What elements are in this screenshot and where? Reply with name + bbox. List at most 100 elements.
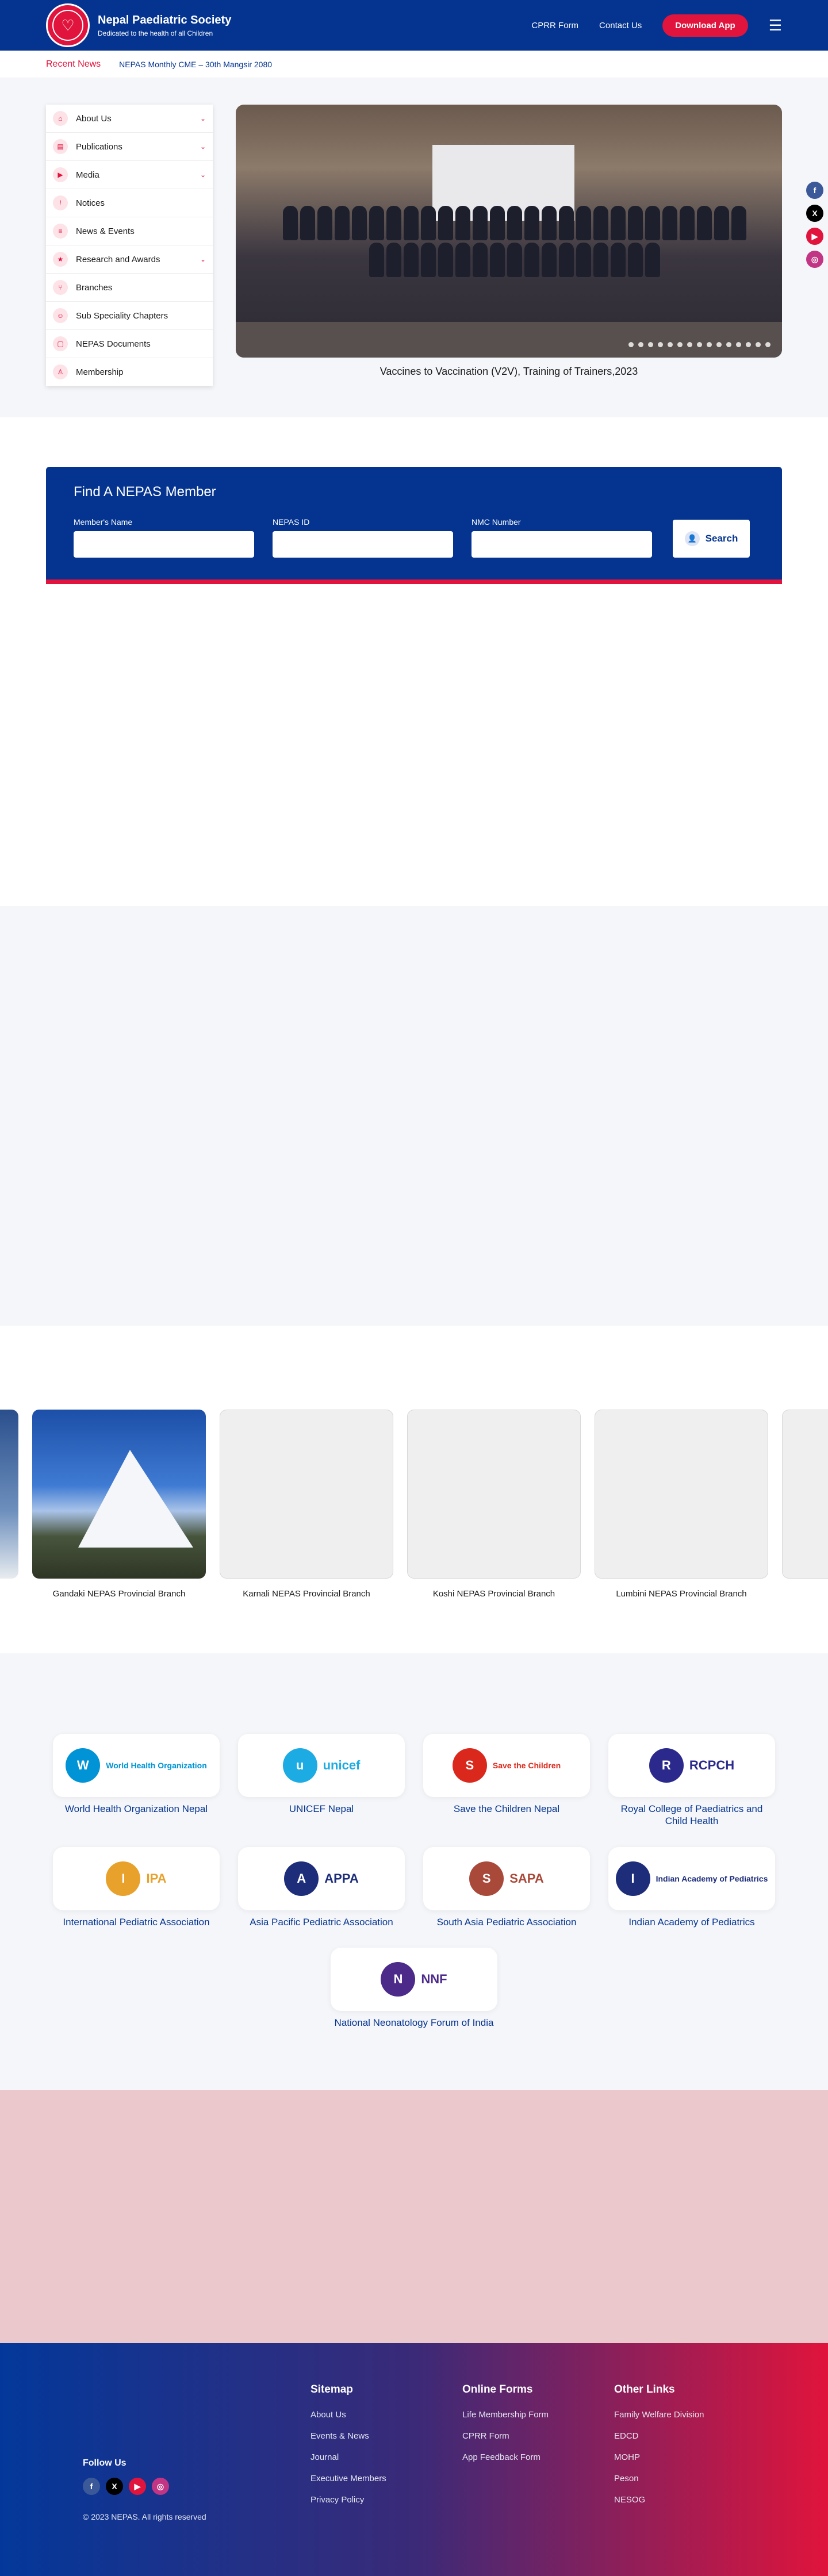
slider-dot[interactable] [658, 342, 663, 347]
recent-news-bar: Recent News NEPAS Monthly CME – 30th Man… [0, 51, 828, 78]
footer-link-family-welfare-division[interactable]: Family Welfare Division [614, 2410, 706, 2420]
partner-logo[interactable]: u unicef [238, 1734, 405, 1797]
footer-link-mohp[interactable]: MOHP [614, 2452, 706, 2462]
branch-card[interactable]: anch [0, 1410, 18, 1599]
partner-card[interactable]: N NNF National Neonatology Forum of India [331, 1947, 497, 2029]
sidebar-item-about-us[interactable]: ⌂ About Us ⌄ [46, 105, 213, 133]
footer-link-peson[interactable]: Peson [614, 2474, 706, 2483]
branch-card[interactable]: Karnali NEPAS Provincial Branch [220, 1410, 393, 1599]
sidebar-item-research-and-awards[interactable]: ★ Research and Awards ⌄ [46, 245, 213, 274]
member-name-input[interactable] [74, 531, 254, 558]
sidebar-item-publications[interactable]: ▤ Publications ⌄ [46, 133, 213, 161]
slider-dot[interactable] [736, 342, 741, 347]
footer-link-executive-members[interactable]: Executive Members [310, 2474, 402, 2483]
recent-news-item[interactable]: NEPAS Monthly CME – 30th Mangsir 2080 [119, 60, 272, 69]
partner-card[interactable]: S Save the Children Save the Children Nepa… [423, 1734, 590, 1828]
person-silhouette [472, 206, 488, 240]
branch-card[interactable]: Lumbini NEPAS Provincial Branch [595, 1410, 768, 1599]
partner-logo[interactable]: I Indian Academy of Pediatrics [608, 1846, 775, 1910]
sidebar-item-membership[interactable]: ♙ Membership [46, 358, 213, 386]
chevron-down-icon[interactable]: ⌄ [200, 171, 206, 179]
nav-cprr-form[interactable]: CPRR Form [531, 21, 578, 30]
sidebar-item-label: Membership [76, 367, 124, 377]
branch-name: Mad [782, 1589, 828, 1599]
find-member-title: Find A NEPAS Member [74, 484, 216, 500]
instagram-icon[interactable]: ◎ [806, 251, 823, 268]
chevron-down-icon[interactable]: ⌄ [200, 143, 206, 151]
partner-card[interactable]: R RCPCH Royal College of Paediatrics and C… [608, 1734, 775, 1828]
partner-logo-text: RCPCH [689, 1758, 735, 1772]
slider-dot[interactable] [746, 342, 751, 347]
footer-link-journal[interactable]: Journal [310, 2452, 402, 2462]
partner-card[interactable]: S SAPA South Asia Pediatric Association [423, 1846, 590, 1928]
facebook-icon[interactable]: f [83, 2478, 100, 2495]
slider-dot[interactable] [687, 342, 692, 347]
slider-dot[interactable] [726, 342, 731, 347]
facebook-icon[interactable]: f [806, 182, 823, 199]
sidebar-item-nepas-documents[interactable]: ▢ NEPAS Documents [46, 330, 213, 358]
hamburger-icon[interactable]: ☰ [769, 17, 782, 34]
footer-link-edcd[interactable]: EDCD [614, 2431, 706, 2441]
nepas-id-input[interactable] [273, 531, 453, 558]
partner-logo[interactable]: A APPA [238, 1846, 405, 1910]
sidebar-item-notices[interactable]: ! Notices [46, 189, 213, 217]
partner-card[interactable]: W World Health Organization World Health O… [53, 1734, 220, 1828]
sidebar-item-sub-speciality-chapters[interactable]: ☺ Sub Speciality Chapters [46, 302, 213, 330]
partner-logo-text: NNF [421, 1971, 447, 1986]
partner-logo[interactable]: I IPA [53, 1846, 220, 1910]
footer-link-events-news[interactable]: Events & News [310, 2431, 402, 2441]
nmc-number-input[interactable] [471, 531, 652, 558]
slider-dot[interactable] [628, 342, 634, 347]
x-icon[interactable]: X [106, 2478, 123, 2495]
file-icon: ▢ [53, 336, 68, 351]
person-silhouette [714, 206, 729, 240]
sidebar-item-branches[interactable]: ⑂ Branches [46, 274, 213, 302]
chevron-down-icon[interactable]: ⌄ [200, 114, 206, 122]
branch-card[interactable]: Mad [782, 1410, 828, 1599]
footer-link-cprr-form[interactable]: CPRR Form [462, 2431, 554, 2441]
partner-card[interactable]: u unicef UNICEF Nepal [238, 1734, 405, 1828]
nepas-logo[interactable]: ♡ [46, 3, 90, 47]
branch-card[interactable]: Gandaki NEPAS Provincial Branch [32, 1410, 206, 1599]
nav-contact-us[interactable]: Contact Us [599, 21, 642, 30]
branch-card[interactable]: Koshi NEPAS Provincial Branch [407, 1410, 581, 1599]
slider-dot[interactable] [756, 342, 761, 347]
sidebar-item-media[interactable]: ▶ Media ⌄ [46, 161, 213, 189]
slider-dot[interactable] [697, 342, 702, 347]
footer-link-app-feedback-form[interactable]: App Feedback Form [462, 2452, 554, 2462]
slider-dot[interactable] [677, 342, 683, 347]
x-icon[interactable]: X [806, 205, 823, 222]
person-silhouette [507, 206, 522, 240]
slider-dot[interactable] [668, 342, 673, 347]
sidebar-item-news-events[interactable]: ≡ News & Events [46, 217, 213, 245]
partner-card[interactable]: I Indian Academy of Pediatrics Indian Acad… [608, 1846, 775, 1928]
download-app-button[interactable]: Download App [662, 14, 748, 37]
slider-dot[interactable] [716, 342, 722, 347]
partner-card[interactable]: I IPA International Pediatric Association [53, 1846, 220, 1928]
footer-link-about-us[interactable]: About Us [310, 2410, 402, 2420]
partner-grid: W World Health Organization World Health O… [26, 1734, 802, 2029]
footer-link-privacy-policy[interactable]: Privacy Policy [310, 2495, 402, 2505]
chevron-down-icon[interactable]: ⌄ [200, 255, 206, 263]
find-member-card: Find A NEPAS Member Member's Name NEPAS … [46, 467, 782, 584]
search-button[interactable]: 👤 Search [673, 520, 750, 558]
footer-link-nesog[interactable]: NESOG [614, 2495, 706, 2505]
sidebar-item-label: Media [76, 170, 99, 180]
youtube-icon[interactable]: ▶ [806, 228, 823, 245]
partner-logo[interactable]: S SAPA [423, 1846, 590, 1910]
slider-dot[interactable] [765, 342, 770, 347]
youtube-icon[interactable]: ▶ [129, 2478, 146, 2495]
partner-logo[interactable]: S Save the Children [423, 1734, 590, 1797]
top-nav: CPRR Form Contact Us Download App ☰ [531, 14, 782, 37]
partner-logo[interactable]: W World Health Organization [53, 1734, 220, 1797]
slide-image[interactable] [236, 105, 782, 358]
partner-logo[interactable]: N NNF [331, 1947, 497, 2011]
instagram-icon[interactable]: ◎ [152, 2478, 169, 2495]
slider-dot[interactable] [638, 342, 643, 347]
slider-dot[interactable] [648, 342, 653, 347]
footer-link-life-membership-form[interactable]: Life Membership Form [462, 2410, 554, 2420]
partner-card[interactable]: A APPA Asia Pacific Pediatric Association [238, 1846, 405, 1928]
partner-name: World Health Organization Nepal [64, 1803, 208, 1814]
partner-logo[interactable]: R RCPCH [608, 1734, 775, 1797]
slider-dot[interactable] [707, 342, 712, 347]
